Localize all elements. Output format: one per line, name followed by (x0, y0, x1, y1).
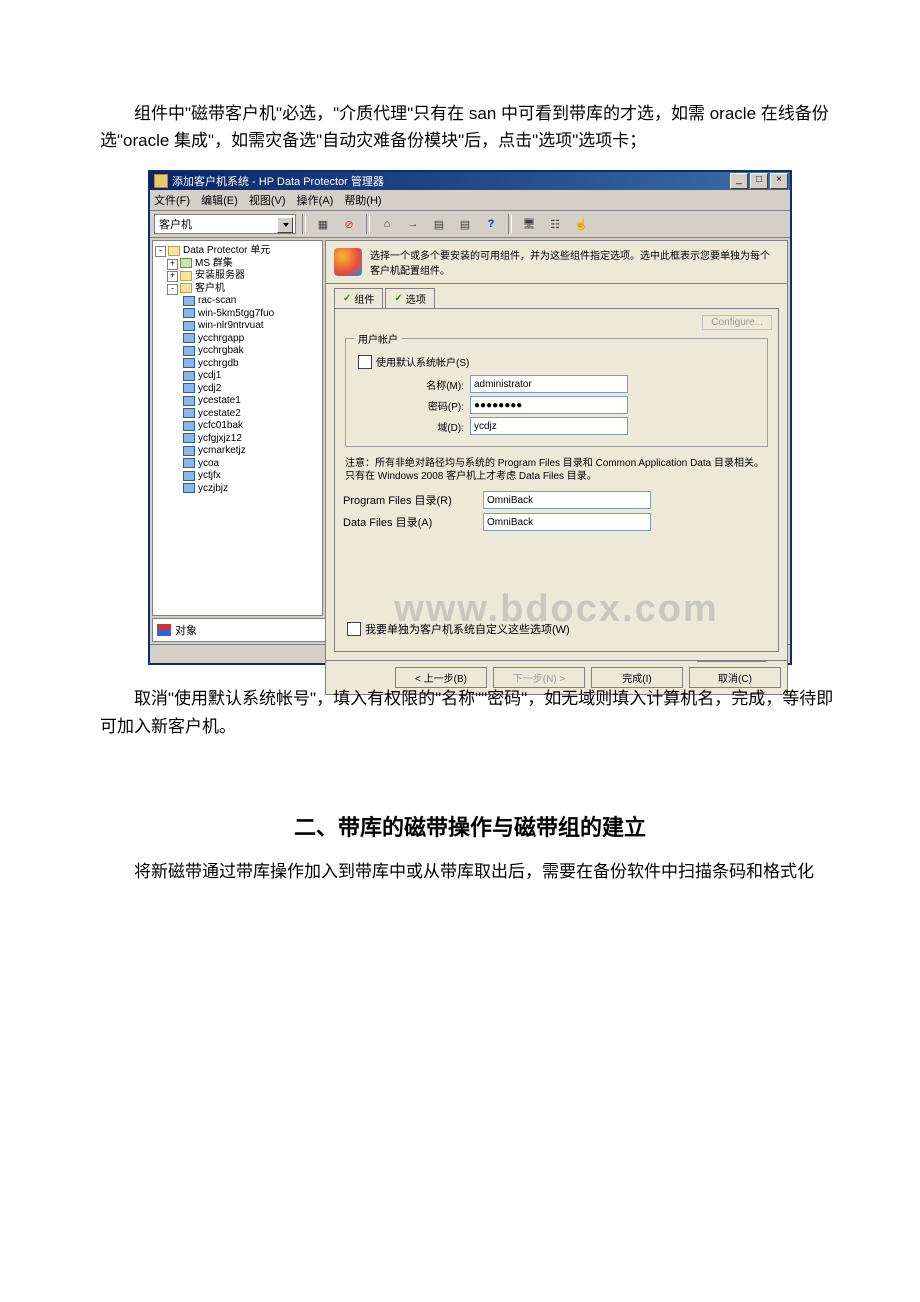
wizard-header: 选择一个或多个要安装的可用组件，并为这些组件指定选项。选中此框表示您要单独为每个… (325, 240, 788, 284)
section-2-title: 二、带库的磁带操作与磁带组的建立 (100, 810, 840, 842)
tree-item[interactable]: ycoa (198, 458, 219, 469)
paragraph-3: 将新磁带通过带库操作加入到带库中或从带库取出后，需要在备份软件中扫描条码和格式化 (100, 858, 840, 885)
customize-label: 我要单独为客户机系统自定义这些选项(W) (365, 621, 570, 637)
tab-components[interactable]: ✓组件 (334, 288, 383, 308)
wizard-body: ✓组件 ✓选项 Configure... 用户帐户 使用默认系统帐户(S) (325, 284, 788, 661)
tree-root[interactable]: Data Protector 单元 (183, 245, 270, 256)
menubar: 文件(F) 编辑(E) 视图(V) 操作(A) 帮助(H) (150, 190, 790, 211)
maximize-button[interactable]: □ (750, 173, 768, 189)
toolbar: 客户机 (150, 211, 790, 238)
tree-node[interactable]: 客户机 (195, 283, 225, 294)
tree-item[interactable]: ycchrgapp (198, 333, 244, 344)
toolbar-arrow-icon[interactable] (402, 213, 424, 235)
paragraph-2: 取消"使用默认系统帐号"，填入有权限的"名称""密码"，如无域则填入计算机名，完… (100, 685, 840, 739)
minimize-button[interactable]: _ (730, 173, 748, 189)
tree-item[interactable]: yctjfx (198, 470, 221, 481)
toolbar-net-icon[interactable] (544, 213, 566, 235)
menu-action[interactable]: 操作(A) (297, 195, 334, 207)
toolbar-stop-icon[interactable] (338, 213, 360, 235)
note-text: 注意：所有非绝对路径均与系统的 Program Files 目录和 Common… (345, 457, 768, 483)
window-title: 添加客户机系统 - HP Data Protector 管理器 (172, 173, 730, 189)
tree-item[interactable]: ycestate1 (198, 395, 241, 406)
toolbar-doc-icon[interactable] (428, 213, 450, 235)
tree-item[interactable]: ycfgjxjz12 (198, 433, 242, 444)
toolbar-help-icon[interactable] (480, 213, 502, 235)
objects-icon (157, 624, 171, 636)
configure-button: Configure... (702, 315, 772, 330)
tree-item[interactable]: yczjbjz (198, 483, 228, 494)
tree-node[interactable]: MS 群集 (195, 258, 233, 269)
name-label: 名称(M): (354, 377, 470, 392)
tree-item[interactable]: ycchrgdb (198, 358, 239, 369)
toolbar-hand-icon[interactable] (570, 213, 592, 235)
menu-file[interactable]: 文件(F) (154, 195, 190, 207)
titlebar: 添加客户机系统 - HP Data Protector 管理器 _ □ × (150, 172, 790, 190)
toolbar-doc2-icon[interactable] (454, 213, 476, 235)
toolbar-icon[interactable] (312, 213, 334, 235)
default-account-label: 使用默认系统帐户(S) (376, 354, 469, 369)
toolbar-home-icon[interactable] (376, 213, 398, 235)
context-select[interactable]: 客户机 (154, 214, 296, 234)
name-input[interactable] (470, 375, 628, 393)
group-legend: 用户帐户 (354, 331, 402, 346)
objects-label: 对象 (175, 622, 197, 638)
paragraph-1: 组件中"磁带客户机"必选，"介质代理"只有在 san 中可看到带库的才选，如需 … (100, 100, 840, 154)
password-input[interactable] (470, 396, 628, 414)
data-files-input[interactable] (483, 513, 651, 531)
wizard-description: 选择一个或多个要安装的可用组件，并为这些组件指定选项。选中此框表示您要单独为每个… (370, 247, 779, 277)
tree-item[interactable]: win-nlr9ntrvuat (198, 320, 264, 331)
password-label: 密码(P): (354, 398, 470, 413)
objects-pane[interactable]: 对象 (152, 618, 327, 642)
toolbar-pc-icon[interactable] (518, 213, 540, 235)
tree-item[interactable]: win-5km5tgg7fuo (198, 308, 274, 319)
tree-item[interactable]: ycfc01bak (198, 420, 243, 431)
menu-view[interactable]: 视图(V) (249, 195, 286, 207)
tree-item[interactable]: ycmarketjz (198, 445, 246, 456)
tree-item[interactable]: rac-scan (198, 295, 236, 306)
program-files-input[interactable] (483, 491, 651, 509)
data-files-label: Data Files 目录(A) (343, 514, 483, 530)
tree-item[interactable]: ycestate2 (198, 408, 241, 419)
app-icon (154, 174, 168, 188)
default-account-checkbox[interactable] (358, 355, 372, 369)
tree-item[interactable]: ycdj1 (198, 370, 221, 381)
tree-item[interactable]: ycchrgbak (198, 345, 244, 356)
menu-edit[interactable]: 编辑(E) (201, 195, 238, 207)
domain-input[interactable] (470, 417, 628, 435)
screenshot: 添加客户机系统 - HP Data Protector 管理器 _ □ × 文件… (100, 170, 840, 665)
tree-item[interactable]: ycdj2 (198, 383, 221, 394)
user-account-group: 用户帐户 使用默认系统帐户(S) 名称(M): (345, 331, 768, 447)
tree-node[interactable]: 安装服务器 (195, 270, 245, 281)
domain-label: 域(D): (354, 419, 470, 434)
menu-help[interactable]: 帮助(H) (344, 195, 381, 207)
customize-checkbox[interactable] (347, 622, 361, 636)
tree-pane[interactable]: -Data Protector 单元 +MS 群集 +安装服务器 -客户机 ra… (152, 240, 323, 616)
app-window: 添加客户机系统 - HP Data Protector 管理器 _ □ × 文件… (148, 170, 792, 665)
program-files-label: Program Files 目录(R) (343, 492, 483, 508)
tab-options[interactable]: ✓选项 (385, 288, 434, 308)
close-button[interactable]: × (770, 173, 788, 189)
wizard-icon (334, 248, 362, 276)
